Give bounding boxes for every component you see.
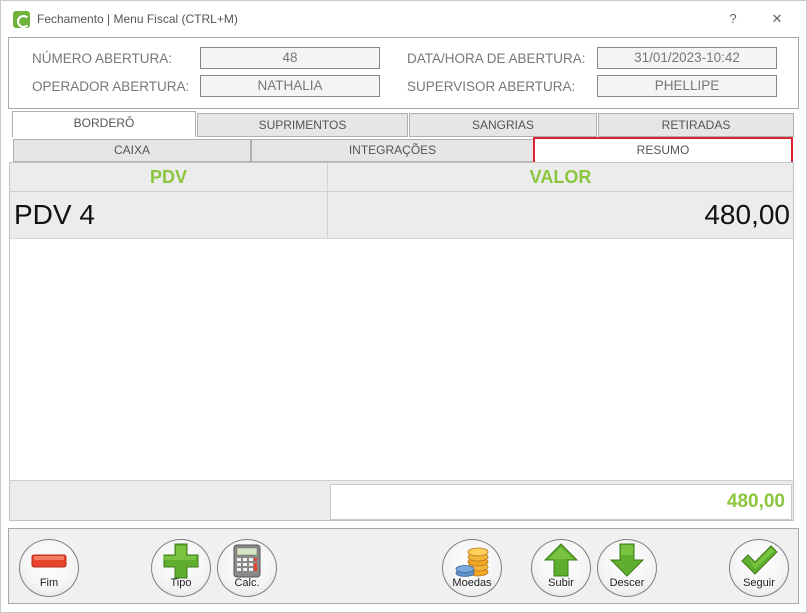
minus-icon xyxy=(31,554,67,568)
subir-button[interactable]: Subir xyxy=(531,539,591,597)
calculator-icon xyxy=(233,544,261,578)
tipo-button[interactable]: Tipo xyxy=(151,539,211,597)
numero-abertura-label: NÚMERO ABERTURA: xyxy=(32,51,173,66)
title-bar: Fechamento | Menu Fiscal (CTRL+M) ? ✕ xyxy=(1,1,806,35)
fim-label: Fim xyxy=(39,577,59,589)
descer-label: Descer xyxy=(609,577,645,589)
column-header-valor[interactable]: VALOR xyxy=(328,163,793,191)
grid-footer: 480,00 xyxy=(10,480,793,520)
app-logo-icon xyxy=(13,11,30,28)
numero-abertura-field[interactable]: 48 xyxy=(200,47,380,69)
data-hora-abertura-label: DATA/HORA DE ABERTURA: xyxy=(407,51,586,66)
valor-cell: 480,00 xyxy=(704,199,790,230)
arrow-down-icon xyxy=(609,543,645,577)
column-divider xyxy=(327,163,328,239)
data-hora-abertura-field[interactable]: 31/01/2023-10:42 xyxy=(597,47,777,69)
supervisor-abertura-field[interactable]: PHELLIPE xyxy=(597,75,777,97)
total-value: 480,00 xyxy=(330,484,792,520)
tab-bordero[interactable]: BORDERÔ xyxy=(12,111,196,137)
subtab-caixa[interactable]: CAIXA xyxy=(13,139,251,162)
moedas-label: Moedas xyxy=(452,577,492,589)
grid-header: PDV VALOR xyxy=(10,163,793,192)
tab-retiradas[interactable]: RETIRADAS xyxy=(598,113,794,137)
supervisor-abertura-label: SUPERVISOR ABERTURA: xyxy=(407,79,576,94)
operador-abertura-label: OPERADOR ABERTURA: xyxy=(32,79,190,94)
subtab-integracoes[interactable]: INTEGRAÇÕES xyxy=(251,139,534,162)
fechamento-window: Fechamento | Menu Fiscal (CTRL+M) ? ✕ NÚ… xyxy=(0,0,807,613)
seguir-label: Seguir xyxy=(743,577,775,589)
operador-abertura-field[interactable]: NATHALIA xyxy=(200,75,380,97)
close-button[interactable]: ✕ xyxy=(765,9,789,29)
subtab-resumo[interactable]: RESUMO xyxy=(533,137,793,164)
coins-icon xyxy=(455,547,489,577)
arrow-up-icon xyxy=(543,543,579,577)
plus-icon xyxy=(163,543,199,579)
table-row[interactable]: PDV 4 480,00 xyxy=(10,192,793,239)
pdv-cell: PDV 4 xyxy=(14,199,95,230)
column-header-pdv[interactable]: PDV xyxy=(10,163,327,191)
tipo-label: Tipo xyxy=(170,577,192,589)
seguir-button[interactable]: Seguir xyxy=(729,539,789,597)
resumo-grid: PDV VALOR PDV 4 480,00 480,00 xyxy=(9,162,794,521)
moedas-button[interactable]: Moedas xyxy=(442,539,502,597)
calc-label: Calc. xyxy=(234,577,260,589)
tab-sangrias[interactable]: SANGRIAS xyxy=(409,113,597,137)
bottom-toolbar: Fim Tipo Calc. Moedas Subir Descer Segui… xyxy=(8,528,799,604)
checkmark-icon xyxy=(741,545,778,575)
calc-button[interactable]: Calc. xyxy=(217,539,277,597)
tab-suprimentos[interactable]: SUPRIMENTOS xyxy=(197,113,408,137)
fim-button[interactable]: Fim xyxy=(19,539,79,597)
help-button[interactable]: ? xyxy=(721,9,745,29)
window-title: Fechamento | Menu Fiscal (CTRL+M) xyxy=(37,12,238,26)
subir-label: Subir xyxy=(548,577,574,589)
opening-info-panel: NÚMERO ABERTURA: 48 DATA/HORA DE ABERTUR… xyxy=(8,37,799,109)
descer-button[interactable]: Descer xyxy=(597,539,657,597)
